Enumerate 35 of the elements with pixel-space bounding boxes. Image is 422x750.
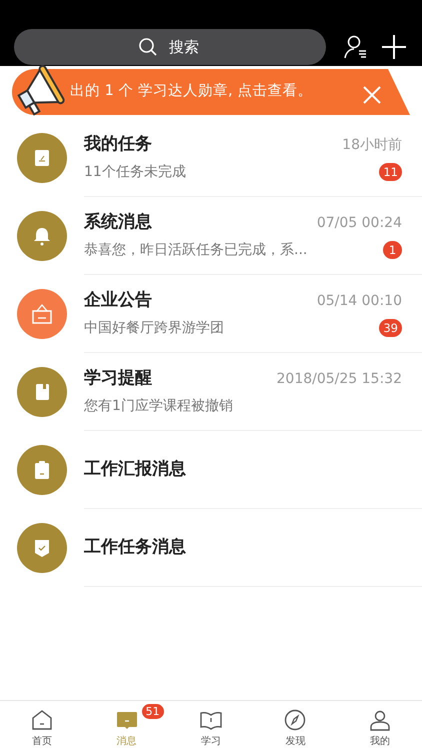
search-icon [138, 36, 158, 56]
compass-icon [283, 708, 308, 732]
message-title: 工作汇报消息 [84, 458, 186, 481]
message-preview: 您有1门应学课程被撤销 [84, 396, 233, 416]
message-title: 学习提醒 [84, 367, 152, 390]
message-preview: 恭喜您，昨日活跃任务已完成，系... [84, 240, 308, 260]
message-title: 系统消息 [84, 211, 152, 234]
tab-button[interactable]: 发现 [253, 701, 338, 750]
add-button[interactable] [380, 32, 408, 60]
message-row[interactable]: 企业公告 05/14 00:10 中国好餐厅跨界游学团 39 [0, 275, 422, 353]
message-row[interactable]: 学习提醒 2018/05/25 15:32 您有1门应学课程被撤销 [0, 353, 422, 431]
tab-button[interactable]: 消息 51 [84, 701, 169, 750]
tab-button[interactable]: 首页 [0, 701, 84, 750]
message-row[interactable]: 工作任务消息 [0, 509, 422, 587]
message-title: 企业公告 [84, 289, 152, 312]
message-row[interactable]: 工作汇报消息 [0, 431, 422, 509]
message-time: 05/14 00:10 [316, 292, 402, 310]
message-row[interactable]: 系统消息 07/05 00:24 恭喜您，昨日活跃任务已完成，系... 1 [0, 197, 422, 275]
message-time: 07/05 00:24 [316, 214, 402, 232]
message-title: 工作任务消息 [84, 536, 186, 559]
unread-count: 51 [142, 704, 164, 719]
message-preview: 中国好餐厅跨界游学团 [84, 318, 224, 338]
tab-button[interactable]: 学习 [168, 701, 254, 750]
message-preview: 11个任务未完成 [84, 162, 186, 182]
unread-count: 11 [379, 163, 402, 182]
home-icon [30, 708, 54, 732]
message-row[interactable]: 我的任务 18小时前 11个任务未完成 11 [0, 119, 422, 197]
message-time: 18小时前 [342, 136, 402, 154]
unread-count: 39 [379, 319, 402, 338]
person-icon [368, 708, 392, 732]
search-field[interactable]: 搜索 [14, 28, 326, 64]
message-time: 2018/05/25 15:32 [276, 370, 402, 388]
message-title: 我的任务 [84, 133, 152, 156]
tab-button[interactable]: 我的 [338, 701, 422, 750]
unread-count: 1 [383, 241, 402, 260]
